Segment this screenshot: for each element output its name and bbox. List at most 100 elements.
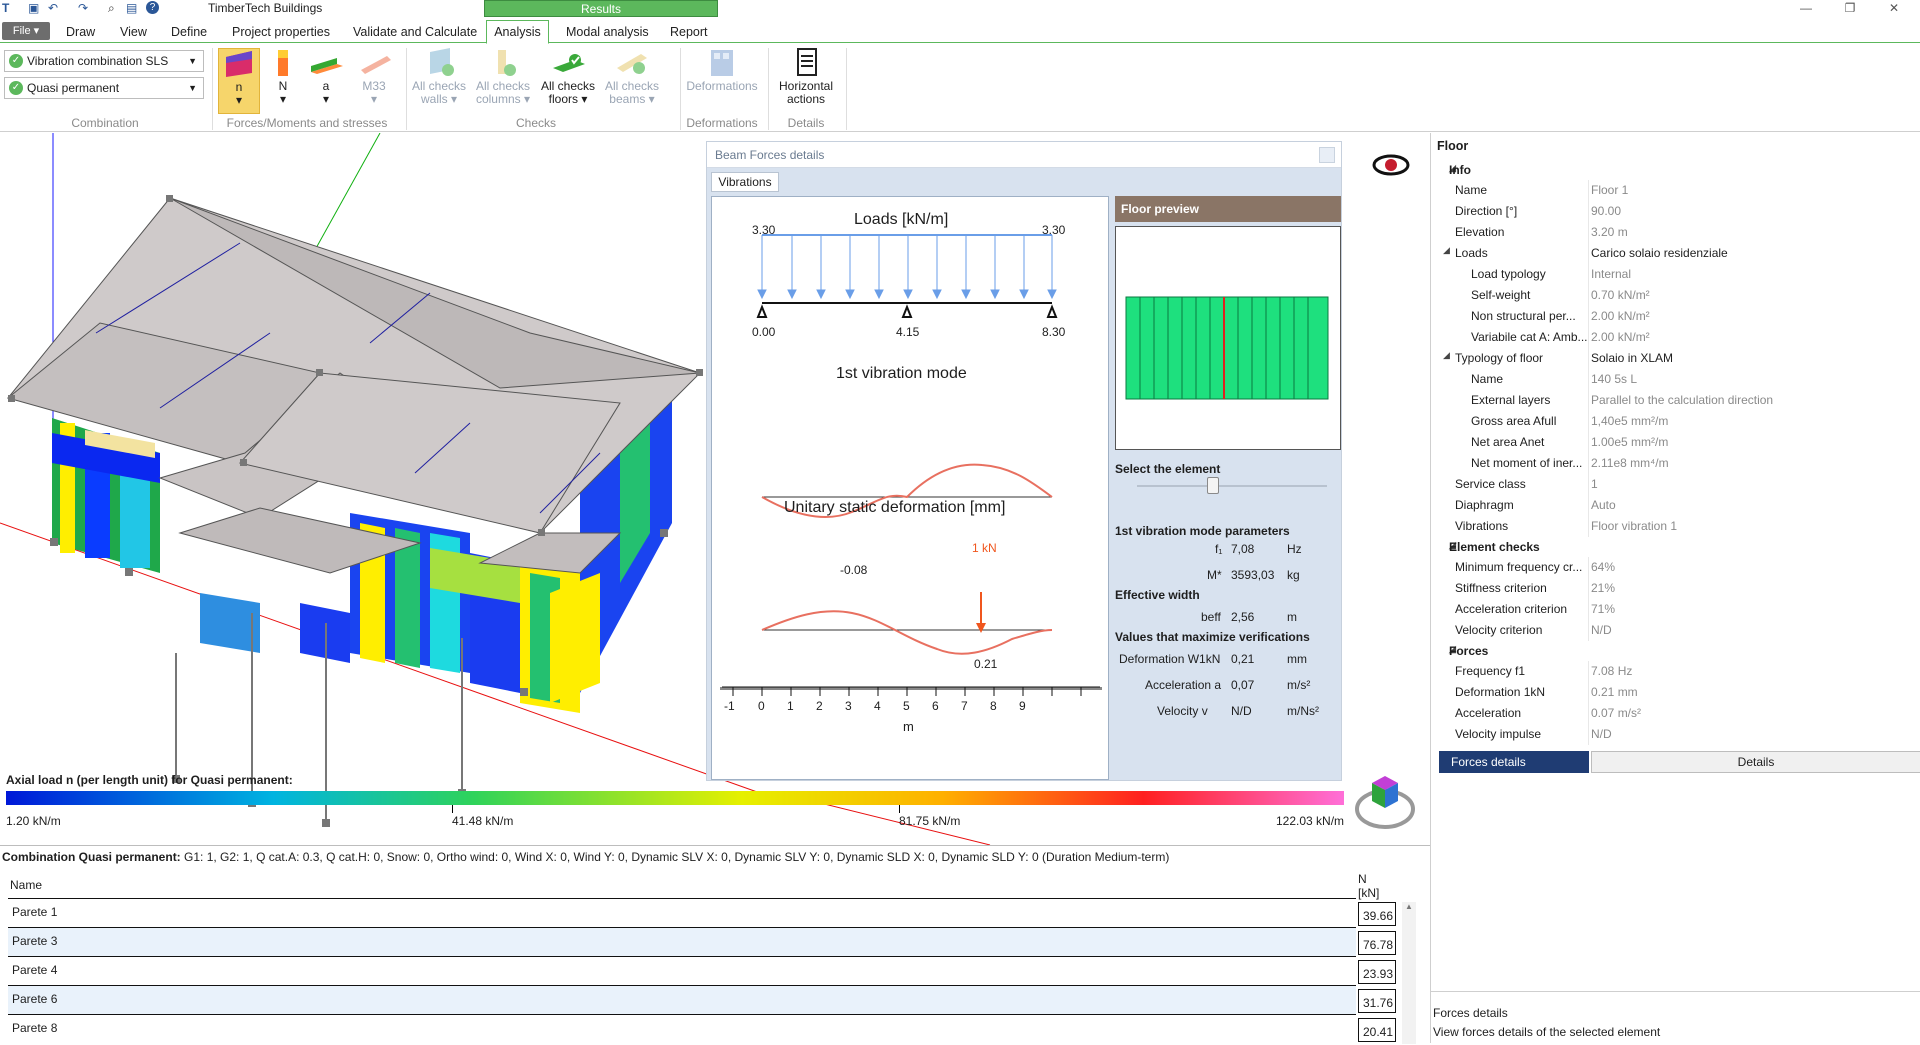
color-legend-bar	[6, 791, 1344, 805]
menu-project-properties[interactable]: Project properties	[232, 25, 330, 39]
deform-pos-label: 0.21	[974, 657, 998, 671]
menu-validate-calculate[interactable]: Validate and Calculate	[353, 25, 477, 39]
prop-row[interactable]: Service class 1	[1431, 474, 1920, 495]
export-icon[interactable]: ▤	[126, 1, 137, 15]
table-row[interactable]: Parete 4	[8, 956, 1356, 985]
collapse-icon: ◢	[1443, 350, 1450, 360]
prop-value: 2.00 kN/m²	[1591, 309, 1650, 323]
prop-row[interactable]: ◢ Loads Carico solaio residenziale	[1431, 243, 1920, 264]
col-divider	[1588, 620, 1589, 641]
table-scrollbar[interactable]: ▲	[1402, 902, 1416, 1044]
column-header-name[interactable]: Name	[10, 878, 42, 892]
view-visibility-icon[interactable]	[1372, 154, 1410, 176]
scroll-up-icon[interactable]: ▲	[1402, 902, 1416, 911]
table-row[interactable]: Parete 6	[8, 985, 1356, 1014]
all-checks-floors-button[interactable]: All checks floors ▾	[538, 48, 598, 106]
f1-label: f₁	[1215, 542, 1223, 556]
menu-define[interactable]: Define	[171, 25, 207, 39]
force-m33-button[interactable]: M33 ▾	[352, 48, 396, 106]
combination-select[interactable]: ✓ Quasi permanent ▼	[4, 77, 204, 99]
column-header-n[interactable]: N [kN]	[1358, 872, 1379, 900]
all-checks-beams-button[interactable]: All checks beams ▾	[602, 48, 662, 106]
prop-row[interactable]: Load typology Internal	[1431, 264, 1920, 285]
menu-modal-analysis[interactable]: Modal analysis	[566, 25, 649, 39]
prop-row[interactable]: External layers Parallel to the calculati…	[1431, 390, 1920, 411]
prop-row[interactable]: Net moment of iner... 2.11e8 mm⁴/m	[1431, 453, 1920, 474]
force-a-button[interactable]: a ▾	[306, 48, 346, 106]
element-slider-thumb[interactable]	[1207, 477, 1219, 494]
combination-type-select[interactable]: ✓ Vibration combination SLS ▼	[4, 50, 204, 72]
combination-summary-label: Combination Quasi permanent:	[2, 850, 181, 864]
prop-row[interactable]: Diaphragm Auto	[1431, 495, 1920, 516]
mstar-label: M*	[1207, 568, 1222, 582]
force-N-button[interactable]: N ▾	[265, 48, 301, 106]
col-divider	[1588, 201, 1589, 222]
table-row[interactable]: Parete 3	[8, 927, 1356, 956]
prop-row[interactable]: Deformation 1kN 0.21 mm	[1431, 682, 1920, 703]
prop-row[interactable]: Name Floor 1	[1431, 180, 1920, 201]
prop-row[interactable]: Acceleration criterion 71%	[1431, 599, 1920, 620]
table-row[interactable]: Parete 1	[8, 898, 1356, 927]
prop-value: Auto	[1591, 498, 1616, 512]
select-element-label: Select the element	[1115, 462, 1221, 476]
prop-row[interactable]: Elevation 3.20 m	[1431, 222, 1920, 243]
group-label-deformations: Deformations	[686, 116, 758, 130]
prop-row[interactable]: ◢ Typology of floor Solaio in XLAM	[1431, 348, 1920, 369]
help-icon[interactable]: ?	[146, 1, 159, 14]
horizontal-label-2: actions	[786, 92, 826, 106]
details-button[interactable]: Details	[1591, 751, 1920, 773]
col-n-unit: [kN]	[1358, 886, 1380, 900]
deformations-button[interactable]: Deformations	[684, 48, 760, 93]
prop-row[interactable]: Variabile cat A: Amb... 2.00 kN/m²	[1431, 327, 1920, 348]
tab-analysis[interactable]: Analysis	[486, 20, 549, 44]
prop-row[interactable]: Net area Anet 1.00e5 mm²/m	[1431, 432, 1920, 453]
file-menu-button[interactable]: File ▾	[2, 22, 50, 40]
horizontal-actions-button[interactable]: Horizontal actions	[772, 48, 840, 106]
columns-check-icon	[486, 48, 520, 76]
prop-row[interactable]: Velocity criterion N/D	[1431, 620, 1920, 641]
menu-draw[interactable]: Draw	[66, 25, 95, 39]
chart-title-mode: 1st vibration mode	[836, 365, 967, 382]
search-icon[interactable]: ⌕	[108, 1, 115, 16]
close-icon[interactable]: ✕	[1874, 0, 1914, 17]
prop-row[interactable]: Frequency f1 7.08 Hz	[1431, 661, 1920, 682]
col-divider	[1588, 264, 1589, 285]
prop-row[interactable]: Gross area Afull 1,40e5 mm²/m	[1431, 411, 1920, 432]
tab-vibrations[interactable]: Vibrations	[711, 172, 779, 192]
restore-icon[interactable]: ❐	[1830, 0, 1870, 17]
group-label-forces: Forces/Moments and stresses	[226, 116, 388, 130]
prop-row[interactable]: Minimum frequency cr... 64%	[1431, 557, 1920, 578]
all-checks-columns-button[interactable]: All checks columns ▾	[472, 48, 534, 106]
section-info[interactable]: ◢ Info	[1431, 161, 1920, 179]
description-divider	[1431, 991, 1920, 992]
section-forces[interactable]: ◢ Forces	[1431, 642, 1920, 660]
section-element-checks[interactable]: ◢ Element checks	[1431, 538, 1920, 556]
prop-row[interactable]: Self-weight 0.70 kN/m²	[1431, 285, 1920, 306]
undo-icon[interactable]: ↶	[48, 1, 58, 15]
minimize-icon[interactable]: —	[1786, 0, 1826, 17]
forces-details-row[interactable]: Forces details	[1439, 751, 1589, 773]
prop-value: 71%	[1591, 602, 1616, 616]
col-divider	[1588, 180, 1589, 201]
redo-icon[interactable]: ↷	[78, 1, 88, 15]
section-forces-label: Forces	[1449, 644, 1489, 658]
view-cube-icon[interactable]	[1355, 776, 1415, 829]
prop-row[interactable]: Velocity impulse N/D	[1431, 724, 1920, 745]
menu-report[interactable]: Report	[670, 25, 708, 39]
prop-row[interactable]: Direction [°] 90.00	[1431, 201, 1920, 222]
prop-row[interactable]: Acceleration 0.07 m/s²	[1431, 703, 1920, 724]
combination-summary-text: G1: 1, G2: 1, Q cat.A: 0.3, Q cat.H: 0, …	[184, 850, 1170, 864]
prop-value: Solaio in XLAM	[1591, 351, 1674, 365]
table-row[interactable]: Parete 8	[8, 1014, 1356, 1043]
save-icon[interactable]: ▣	[28, 1, 39, 15]
prop-row[interactable]: Non structural per... 2.00 kN/m²	[1431, 306, 1920, 327]
force-n-button[interactable]: n ▾	[218, 48, 260, 114]
panel-close-button[interactable]	[1319, 147, 1335, 163]
prop-row[interactable]: Stiffness criterion 21%	[1431, 578, 1920, 599]
prop-row[interactable]: Name 140 5s L	[1431, 369, 1920, 390]
all-checks-walls-button[interactable]: All checks walls ▾	[410, 48, 468, 106]
element-slider-track[interactable]	[1137, 485, 1327, 487]
menu-view[interactable]: View	[120, 25, 147, 39]
effective-width-title: Effective width	[1115, 588, 1200, 602]
prop-row[interactable]: Vibrations Floor vibration 1	[1431, 516, 1920, 537]
